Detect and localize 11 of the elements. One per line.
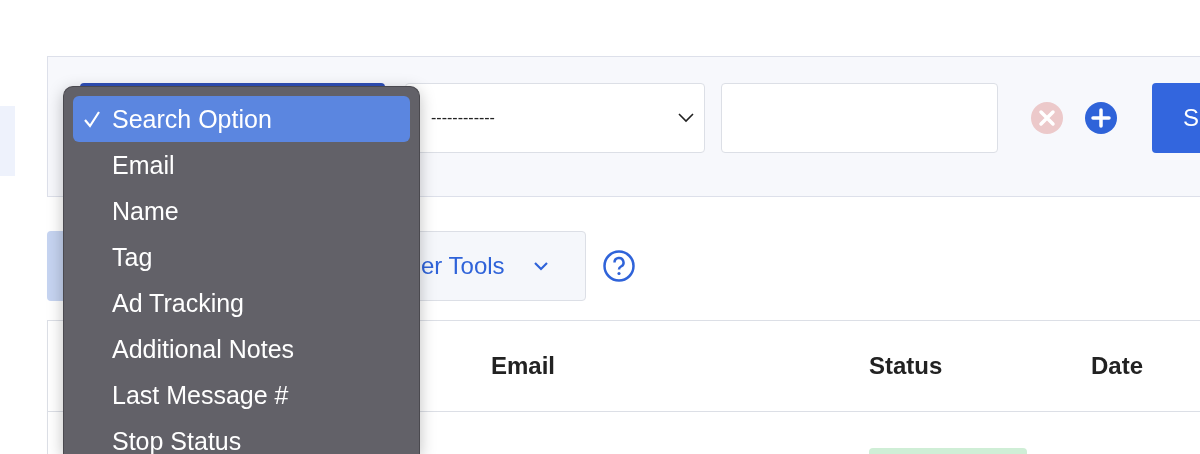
search-button[interactable]: S [1152,83,1200,153]
menu-item[interactable]: Name [73,188,410,234]
menu-item[interactable]: Additional Notes [73,326,410,372]
column-header: Email [491,352,556,379]
menu-item[interactable]: Last Message # [73,372,410,418]
menu-item[interactable]: Stop Status [73,418,410,454]
operator-select[interactable]: ------------ [405,83,705,153]
column-header: Date [1091,352,1144,379]
menu-item[interactable]: Search Option [73,96,410,142]
select-value: ------------ [431,109,495,127]
column-header: Status [869,352,943,379]
